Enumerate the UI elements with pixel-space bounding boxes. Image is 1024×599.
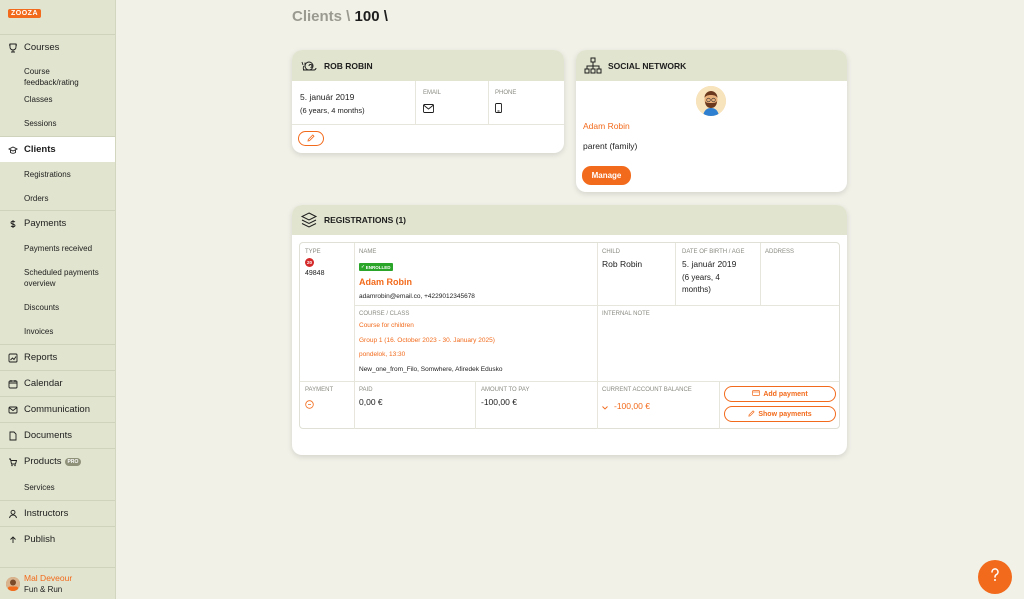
registration-child: CHILD Rob Robin — [602, 249, 643, 269]
registration-name: NAME ✓ ENROLLED Adam Robin adamrobin@emai… — [359, 249, 475, 300]
app-logo[interactable]: ZOOZA — [8, 7, 41, 19]
user-name: Mal Deveour — [24, 573, 73, 583]
sidebar-item-courses[interactable]: Courses — [0, 34, 115, 60]
cart-icon — [8, 457, 18, 467]
sidebar-item-payments-received[interactable]: Payments received — [0, 236, 115, 260]
social-card-header: SOCIAL NETWORK — [576, 50, 847, 81]
add-payment-button[interactable]: Add payment — [724, 386, 836, 402]
schedule-text: pondelok, 13:30 — [359, 351, 406, 358]
edit-client-button[interactable] — [298, 131, 324, 146]
trophy-icon — [8, 43, 18, 53]
user-avatar — [6, 576, 20, 591]
registration-dob: DATE OF BIRTH / AGE 5. január 2019 (6 ye… — [682, 249, 745, 294]
help-button[interactable] — [978, 560, 1012, 594]
payment-status-icon — [305, 396, 314, 414]
internal-note[interactable]: INTERNAL NOTE — [602, 311, 650, 317]
type-badge: 20 — [305, 258, 314, 267]
client-card-header: ROB ROBIN — [292, 50, 564, 81]
calendar-icon — [8, 379, 18, 389]
email-icon[interactable] — [423, 100, 434, 118]
client-email: EMAIL — [423, 90, 441, 118]
pencil-icon — [307, 133, 315, 144]
registration-id[interactable]: 49848 — [305, 270, 324, 277]
enrolled-badge: ✓ ENROLLED — [359, 263, 393, 271]
paid-amount: PAID 0,00 € — [359, 387, 383, 407]
chevron-down-icon[interactable] — [602, 397, 608, 415]
sidebar-item-instructors[interactable]: Instructors — [0, 500, 115, 526]
contact-name[interactable]: Adam Robin — [583, 121, 630, 131]
registration-row: TYPE 20 49848 NAME ✓ ENROLLED Adam Robin … — [299, 242, 840, 429]
registration-type: TYPE 20 49848 — [305, 249, 325, 277]
user-org: Fun & Run — [24, 585, 63, 594]
user-profile[interactable]: Mal Deveour Fun & Run — [0, 567, 115, 599]
sidebar-item-invoices[interactable]: Invoices — [0, 319, 115, 344]
client-birth: 5. január 2019 (6 years, 4 months) — [300, 92, 365, 115]
document-icon — [8, 431, 18, 441]
client-phone: PHONE — [495, 90, 516, 118]
sidebar-item-discounts[interactable]: Discounts — [0, 295, 115, 319]
manage-button[interactable]: Manage — [582, 166, 631, 185]
social-network-card: SOCIAL NETWORK Adam Robin parent (family… — [576, 50, 847, 192]
sidebar-item-orders[interactable]: Orders — [0, 186, 115, 210]
location-text: New_one_from_Filo, Somwhere, Afiredek Ed… — [359, 366, 503, 373]
show-payments-button[interactable]: Show payments — [724, 406, 836, 422]
pro-badge: PRO — [64, 457, 82, 466]
contact-avatar[interactable] — [696, 86, 726, 116]
sidebar-item-registrations[interactable]: Registrations — [0, 162, 115, 186]
user-icon — [8, 509, 18, 519]
publish-icon — [8, 535, 18, 545]
dollar-icon — [8, 219, 18, 229]
sidebar-item-communication[interactable]: Communication — [0, 396, 115, 422]
registrant-contact: adamrobin@email.co, +4229012345678 — [359, 293, 475, 300]
sidebar-item-reports[interactable]: Reports — [0, 344, 115, 370]
sidebar-item-services[interactable]: Services — [0, 474, 115, 500]
amount-to-pay: AMOUNT TO PAY -100,00 € — [481, 387, 530, 407]
sidebar: ZOOZA Courses Course feedback/rating Cla… — [0, 0, 116, 599]
sidebar-item-clients[interactable]: Clients — [0, 136, 115, 162]
sidebar-item-publish[interactable]: Publish — [0, 526, 115, 552]
sidebar-item-course-feedback[interactable]: Course feedback/rating — [0, 60, 115, 88]
registrant-name[interactable]: Adam Robin — [359, 277, 475, 287]
wallet-icon — [752, 390, 761, 398]
group-link[interactable]: Group 1 (16. October 2023 - 30. January … — [359, 337, 595, 344]
snail-icon — [300, 57, 318, 75]
sidebar-item-products[interactable]: Products PRO — [0, 448, 115, 474]
sidebar-item-sessions[interactable]: Sessions — [0, 111, 115, 136]
breadcrumb-clients[interactable]: Clients \ — [292, 8, 355, 25]
clients-icon — [8, 145, 18, 155]
network-icon — [584, 57, 602, 75]
pencil-icon — [748, 409, 755, 419]
question-icon — [990, 567, 1000, 587]
registrations-card: REGISTRATIONS (1) TYPE 20 49848 NAME ✓ EN… — [292, 205, 847, 455]
sidebar-item-classes[interactable]: Classes — [0, 88, 115, 111]
chart-icon — [8, 353, 18, 363]
sidebar-item-calendar[interactable]: Calendar — [0, 370, 115, 396]
page-title: Clients \ 100 \ — [292, 8, 388, 25]
course-link[interactable]: Course for children — [359, 322, 595, 329]
sidebar-nav: Courses Course feedback/rating Classes S… — [0, 34, 115, 552]
phone-icon[interactable] — [495, 100, 502, 118]
registration-address: ADDRESS — [765, 249, 795, 255]
registrations-header: REGISTRATIONS (1) — [292, 205, 847, 235]
sidebar-item-scheduled-payments[interactable]: Scheduled payments overview — [0, 260, 115, 295]
layers-icon — [300, 211, 318, 229]
sidebar-item-payments[interactable]: Payments — [0, 210, 115, 236]
mail-icon — [8, 405, 18, 415]
client-card: ROB ROBIN 5. január 2019 (6 years, 4 mon… — [292, 50, 564, 153]
sidebar-item-documents[interactable]: Documents — [0, 422, 115, 448]
check-icon: ✓ — [361, 264, 365, 269]
client-id: 100 \ — [354, 8, 388, 25]
registration-course: COURSE / CLASS Course for children Group… — [359, 311, 595, 373]
payment-status: PAYMENT — [305, 387, 333, 414]
account-balance: CURRENT ACCOUNT BALANCE -100,00 € — [602, 387, 692, 415]
contact-relation: parent (family) — [583, 141, 638, 151]
